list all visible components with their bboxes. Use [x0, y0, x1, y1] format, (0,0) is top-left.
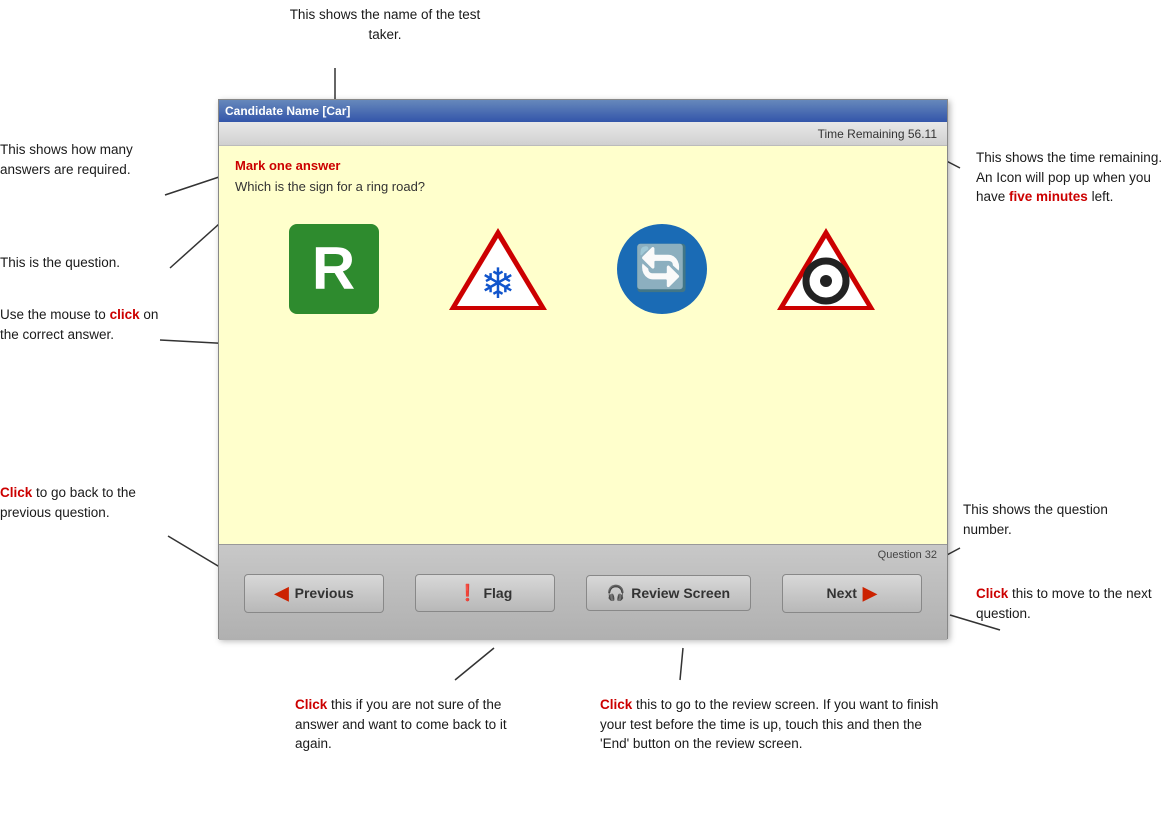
timer-display: Time Remaining 56.11 [818, 127, 937, 141]
annotation-flag: Click this if you are not sure of the an… [295, 695, 530, 754]
annotation-question: This is the question. [0, 253, 170, 273]
test-window: Candidate Name [Car] Time Remaining 56.1… [218, 99, 948, 639]
window-title: Candidate Name [Car] [225, 104, 350, 118]
flag-button[interactable]: ❗ Flag [415, 574, 555, 612]
next-label: Next [827, 585, 857, 601]
bottom-bar: Question 32 ◀ Previous ❗ Flag 🎧 Review S… [219, 544, 947, 640]
sign-r[interactable]: R [289, 224, 379, 314]
previous-arrow-icon: ◀ [275, 583, 289, 604]
annotation-question-number: This shows the question number. [963, 500, 1158, 539]
review-label: Review Screen [631, 585, 730, 601]
question-text: Which is the sign for a ring road? [235, 179, 931, 194]
r-letter: R [312, 239, 355, 299]
snowflake-triangle-svg: ❄ [446, 224, 550, 314]
sign-snowflake[interactable]: ❄ [446, 224, 550, 314]
review-icon: 🎧 [607, 584, 626, 602]
title-bar: Candidate Name [Car] [219, 100, 947, 122]
sign-roundabout[interactable]: 🔄 [617, 224, 707, 314]
annotation-title: This shows the name of the test taker. [285, 5, 485, 44]
instruction-label: Mark one answer [235, 158, 931, 173]
annotation-mouse-click: Use the mouse to click on the correct an… [0, 305, 165, 344]
next-button[interactable]: Next ▶ [782, 574, 922, 613]
review-screen-button[interactable]: 🎧 Review Screen [586, 575, 752, 611]
annotation-answers-required: This shows how many answers are required… [0, 140, 170, 179]
previous-label: Previous [295, 585, 354, 601]
signs-container: R ❄ 🔄 [235, 224, 931, 314]
nav-buttons-container: ◀ Previous ❗ Flag 🎧 Review Screen Next ▶ [219, 561, 947, 625]
annotation-timer: This shows the time remaining. An Icon w… [976, 148, 1171, 207]
timer-bar: Time Remaining 56.11 [219, 122, 947, 146]
annotation-review: Click this to go to the review screen. I… [600, 695, 940, 754]
flag-icon: ❗ [458, 583, 478, 603]
annotation-previous: Click to go back to the previous questio… [0, 483, 170, 522]
question-number-display: Question 32 [219, 545, 947, 561]
content-area: Mark one answer Which is the sign for a … [219, 146, 947, 544]
ring-road-triangle-svg [774, 224, 878, 314]
flag-label: Flag [483, 585, 512, 601]
annotation-next: Click this to move to the next question. [976, 584, 1171, 623]
previous-button[interactable]: ◀ Previous [244, 574, 384, 613]
sign-ring-road[interactable] [774, 224, 878, 314]
next-arrow-icon: ▶ [863, 583, 877, 604]
roundabout-symbol: 🔄 [634, 247, 689, 291]
svg-text:❄: ❄ [480, 260, 515, 307]
